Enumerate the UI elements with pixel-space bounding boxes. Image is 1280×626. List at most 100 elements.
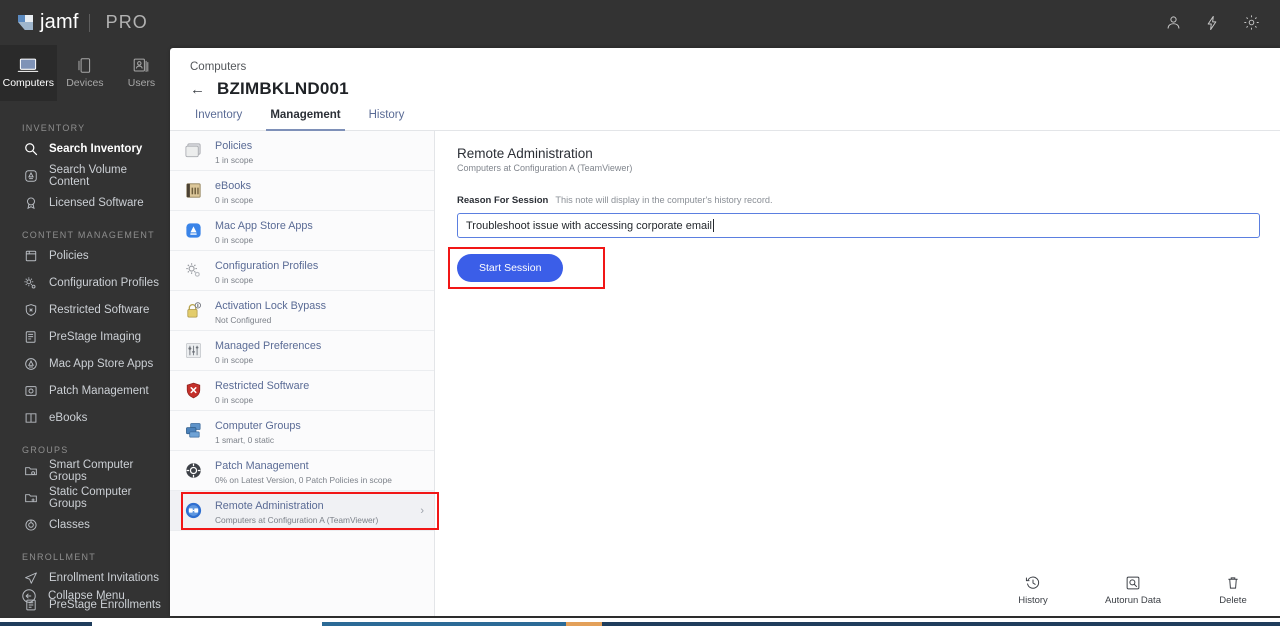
delete-action-button[interactable]: Delete (1202, 575, 1264, 606)
list-item-configuration-profiles[interactable]: Configuration Profiles 0 in scope (170, 251, 434, 291)
jamf-pro-window: jamf PRO Computers Devices Users INVENTO… (0, 0, 1280, 626)
list-item-subtitle: 1 in scope (215, 154, 254, 165)
start-session-button-wrap: Start Session (448, 247, 606, 289)
taskbar-segment-2[interactable] (322, 622, 572, 626)
sidebar-item-restricted-software[interactable]: Restricted Software (0, 300, 170, 320)
list-item-title: Configuration Profiles (215, 259, 319, 272)
start-session-button[interactable]: Start Session (457, 254, 564, 282)
jamf-pro-logo[interactable]: jamf PRO (18, 11, 148, 34)
taskbar-segment-1[interactable] (0, 622, 92, 626)
sidebar-item-mac-app-store-apps[interactable]: Mac App Store Apps (0, 354, 170, 374)
account-icon[interactable] (1162, 12, 1184, 34)
list-item-ebooks[interactable]: eBooks 0 in scope (170, 171, 434, 211)
sidebar-item-configuration-profiles[interactable]: Configuration Profiles (0, 273, 170, 293)
computer-groups-icon (183, 420, 204, 441)
list-item-title: Policies (215, 139, 253, 152)
licensed-software-icon (22, 195, 39, 212)
sidebar-tab-computers[interactable]: Computers (0, 45, 57, 101)
sidebar-section-groups-heading: GROUPS (22, 445, 69, 455)
detail-title: Remote Administration (457, 146, 593, 161)
list-item-subtitle: Computers at Configuration A (TeamViewer… (215, 514, 379, 525)
history-clock-icon (1025, 575, 1041, 591)
list-item-activation-lock-bypass[interactable]: Activation Lock Bypass Not Configured (170, 291, 434, 331)
left-sidebar: Computers Devices Users INVENTORY Search… (0, 45, 170, 616)
trash-icon (1225, 575, 1241, 591)
sidebar-item-label: Classes (49, 519, 90, 531)
list-item-mac-app-store-apps[interactable]: Mac App Store Apps 0 in scope (170, 211, 434, 251)
brand-divider (88, 13, 90, 32)
sidebar-item-patch-management[interactable]: Patch Management (0, 381, 170, 401)
list-item-remote-administration[interactable]: Remote Administration Computers at Confi… (170, 491, 434, 531)
list-item-managed-preferences[interactable]: Managed Preferences 0 in scope (170, 331, 434, 371)
sidebar-item-label: Patch Management (49, 385, 149, 397)
page-title-row: ← BZIMBKLND001 (190, 79, 1280, 99)
sidebar-item-ebooks[interactable]: eBooks (0, 408, 170, 428)
users-icon (131, 57, 151, 74)
sidebar-item-label: Smart Computer Groups (49, 459, 134, 483)
search-icon (22, 141, 39, 158)
reason-for-session-input[interactable]: Troubleshoot issue with accessing corpor… (457, 213, 1260, 238)
sidebar-item-label: Static Computer Groups (49, 486, 132, 510)
static-group-icon (22, 490, 39, 507)
sidebar-item-prestage-imaging[interactable]: PreStage Imaging (0, 327, 170, 347)
sidebar-tab-devices[interactable]: Devices (57, 45, 114, 101)
tab-inventory[interactable]: Inventory (195, 109, 242, 130)
app-store-icon (22, 356, 39, 373)
app-store-icon (183, 220, 204, 241)
sidebar-item-enrollment-invitations[interactable]: Enrollment Invitations (0, 568, 170, 588)
tab-history[interactable]: History (369, 109, 405, 130)
taskbar-segment-4[interactable] (602, 622, 1280, 626)
mobile-device-icon (75, 57, 94, 74)
sidebar-section-enrollment-heading: ENROLLMENT (22, 552, 97, 562)
sidebar-item-search-inventory[interactable]: Search Inventory (0, 139, 170, 159)
collapse-menu-button[interactable]: Collapse Menu (0, 587, 170, 604)
list-item-title: Restricted Software (215, 379, 310, 392)
list-item-policies[interactable]: Policies 1 in scope (170, 131, 434, 171)
management-list: Policies 1 in scope eBooks 0 in scope Ma… (170, 131, 439, 616)
gear-icon[interactable] (1240, 12, 1262, 34)
sidebar-item-policies[interactable]: Policies (0, 246, 170, 266)
list-item-restricted-software[interactable]: Restricted Software 0 in scope (170, 371, 434, 411)
list-item-title: Managed Preferences (215, 339, 322, 352)
sidebar-tab-users-label: Users (127, 77, 156, 89)
sidebar-section-content-management-heading: CONTENT MANAGEMENT (22, 230, 155, 240)
sidebar-item-static-computer-groups[interactable]: Static Computer Groups (0, 486, 170, 510)
brand-product: PRO (105, 12, 148, 32)
sliders-icon (183, 340, 204, 361)
sidebar-item-label: Mac App Store Apps (49, 358, 154, 370)
list-item-text: Restricted Software 0 in scope (215, 376, 424, 406)
list-item-title: Remote Administration (215, 499, 324, 512)
sidebar-item-licensed-software[interactable]: Licensed Software (0, 193, 170, 213)
chevron-right-icon: › (420, 504, 424, 517)
history-action-button[interactable]: History (1002, 575, 1064, 606)
record-bottom-actions: History Autorun Data Delete (1002, 575, 1264, 606)
list-item-subtitle: 1 smart, 0 static (215, 434, 275, 445)
sidebar-item-label: Search Inventory (49, 143, 143, 155)
classes-icon (22, 517, 39, 534)
reason-for-session-label-row: Reason For Session This note will displa… (457, 195, 1260, 206)
detail-subtitle: Computers at Configuration A (TeamViewer… (457, 163, 633, 173)
autorun-data-icon (1125, 575, 1141, 591)
sidebar-tab-users[interactable]: Users (113, 45, 170, 101)
autorun-data-action-button[interactable]: Autorun Data (1102, 575, 1164, 606)
breadcrumb[interactable]: Computers (190, 61, 1280, 73)
list-item-text: Remote Administration Computers at Confi… (215, 496, 409, 526)
sidebar-tab-computers-label: Computers (2, 77, 54, 89)
record-tabs: Inventory Management History (170, 98, 1280, 131)
top-bar: jamf PRO (0, 0, 1280, 45)
sidebar-item-search-volume-content[interactable]: Search Volume Content (0, 164, 170, 188)
taskbar-segment-3[interactable] (566, 622, 602, 626)
sidebar-item-label: PreStage Imaging (49, 331, 142, 343)
sidebar-item-smart-computer-groups[interactable]: Smart Computer Groups (0, 459, 170, 483)
shield-x-icon (183, 380, 204, 401)
main-header: Computers ← BZIMBKLND001 (170, 48, 1280, 98)
list-item-computer-groups[interactable]: Computer Groups 1 smart, 0 static (170, 411, 434, 451)
restricted-software-icon (22, 302, 39, 319)
prestage-imaging-icon (22, 329, 39, 346)
send-invite-icon (22, 570, 39, 587)
tab-management[interactable]: Management (266, 109, 345, 131)
sidebar-item-classes[interactable]: Classes (0, 515, 170, 535)
bolt-icon[interactable] (1201, 12, 1223, 34)
list-item-patch-management[interactable]: Patch Management 0% on Latest Version, 0… (170, 451, 434, 491)
back-arrow-icon[interactable]: ← (190, 82, 205, 97)
